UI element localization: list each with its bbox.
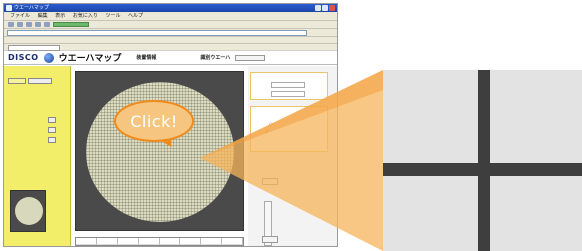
status-cell (117, 238, 139, 245)
status-cell (96, 238, 118, 245)
wafer-map-frame (75, 71, 244, 231)
status-cell (159, 238, 181, 245)
callout-text: Click! (130, 111, 178, 131)
coord-x-field[interactable] (271, 82, 305, 88)
mode-button-1[interactable] (8, 78, 26, 84)
up-button[interactable] (262, 178, 278, 185)
window-controls (315, 5, 335, 11)
menu-tools[interactable]: ツール (105, 13, 120, 19)
page-content: DISCO ウエーハマップ 装置情報 識別ウエーハ ○ ↺ (4, 51, 337, 246)
page-title: ウエーハマップ (58, 54, 122, 64)
coordinate-box-title (251, 73, 327, 75)
toolbar-addon-button[interactable] (53, 22, 89, 27)
browser-toolbar (4, 20, 337, 28)
option-button-1[interactable] (48, 117, 56, 123)
option-button-2[interactable] (48, 127, 56, 133)
menu-file[interactable]: ファイル (10, 13, 30, 19)
home-icon[interactable] (44, 22, 50, 27)
direction-box-title (251, 107, 327, 109)
street-line-vertical (478, 70, 490, 251)
refresh-icon[interactable] (35, 22, 41, 27)
address-input[interactable] (7, 29, 307, 36)
close-icon[interactable] (329, 5, 335, 11)
direction-arrow-icon[interactable]: ↺ (265, 129, 268, 134)
direction-indicator: ○ (269, 121, 273, 126)
coord-y-field[interactable] (271, 91, 305, 97)
menu-view[interactable]: 表示 (55, 13, 65, 19)
links-bar (4, 36, 337, 43)
down-button[interactable] (262, 236, 278, 243)
window-title: ウエーハマップ (14, 5, 49, 11)
menu-help[interactable]: ヘルプ (128, 13, 143, 19)
window-titlebar: ウエーハマップ (4, 4, 337, 12)
globe-logo-icon (43, 52, 54, 63)
wafer-thumbnail-circle (15, 197, 43, 225)
back-icon[interactable] (8, 22, 14, 27)
status-grid (75, 237, 244, 246)
wafer-id-field[interactable] (235, 54, 266, 61)
status-cell (180, 238, 202, 245)
menu-bar: ファイル 編集 表示 お気に入り ツール ヘルプ (4, 12, 337, 20)
maximize-icon[interactable] (322, 5, 328, 11)
mode-button-2[interactable] (28, 78, 52, 84)
tab-strip (4, 43, 337, 51)
wafer-thumbnail[interactable] (10, 190, 46, 232)
status-cell (201, 238, 223, 245)
coordinate-box (250, 72, 328, 100)
app-header: DISCO ウエーハマップ 装置情報 識別ウエーハ (4, 51, 337, 65)
status-cell (222, 238, 243, 245)
direction-box: ○ ↺ (250, 106, 328, 152)
address-bar (4, 28, 337, 36)
street-line-horizontal (383, 163, 582, 176)
stop-icon[interactable] (26, 22, 32, 27)
menu-favorites[interactable]: お気に入り (73, 13, 98, 19)
status-cell (76, 238, 97, 245)
click-callout: Click! (114, 100, 194, 142)
minimize-icon[interactable] (315, 5, 321, 11)
browser-icon (6, 5, 12, 11)
menu-edit[interactable]: 編集 (38, 13, 48, 19)
option-button-3[interactable] (48, 137, 56, 143)
equipment-info-label: 装置情報 (136, 55, 157, 61)
wafer-id-label: 識別ウエーハ (200, 55, 231, 61)
status-cell (138, 238, 160, 245)
left-control-panel (4, 66, 71, 246)
forward-icon[interactable] (17, 22, 23, 27)
zoomed-detail (383, 70, 582, 251)
disco-logo: DISCO (8, 53, 39, 62)
right-control-panel: ○ ↺ (248, 66, 337, 246)
